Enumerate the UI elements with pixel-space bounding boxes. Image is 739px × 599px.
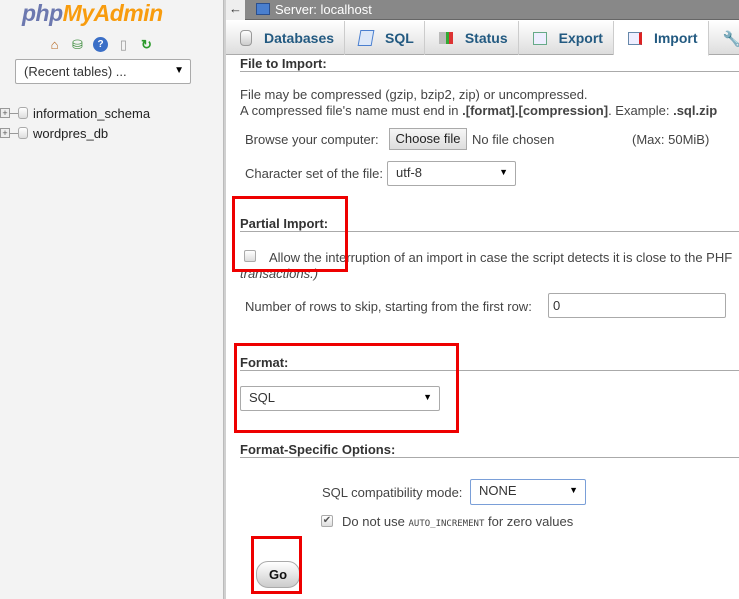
docs-icon[interactable]: ▯ [116,37,131,52]
help-icon[interactable]: ? [93,37,108,52]
compat-mode-select[interactable]: NONE ▼ [470,479,586,505]
collapse-nav-button[interactable]: ← [226,0,245,20]
expand-icon[interactable]: + [0,128,10,138]
breadcrumb-bar: ← Server: localhost [226,0,739,20]
charset-label: Character set of the file: [245,166,384,181]
home-icon[interactable]: ⌂ [47,37,62,52]
navigation-panel: phpMyAdmin ⌂ ⛁ ? ▯ ↻ (Recent tables) ...… [0,0,223,599]
browse-label: Browse your computer: [245,132,379,147]
format-options-heading: Format-Specific Options: [240,442,396,457]
file-import-heading: File to Import: [240,56,327,71]
phpmyadmin-logo[interactable]: phpMyAdmin [22,0,163,27]
database-icon [240,30,252,46]
auto-increment-label: Do not use AUTO_INCREMENT for zero value… [342,514,574,529]
highlight-box-partial-import [232,196,348,272]
tab-status[interactable]: Status [425,21,519,55]
database-icon [18,107,28,119]
compression-note: File may be compressed (gzip, bzip2, zip… [240,87,588,102]
tree-item-wordpres-db[interactable]: + wordpres_db [0,123,150,143]
filename-note: A compressed file's name must end in .[f… [240,103,718,118]
divider [240,457,739,458]
sql-scroll-icon [357,30,375,46]
settings-wrench-icon: 🔧 [722,31,739,48]
export-icon [532,31,547,45]
tab-sql[interactable]: SQL [345,21,425,55]
compat-mode-label: SQL compatibility mode: [322,485,463,500]
divider [240,71,739,72]
database-tree: + information_schema + wordpres_db [0,103,150,143]
expand-icon[interactable]: + [0,108,10,118]
status-chart-icon [438,32,453,44]
choose-file-button[interactable]: Choose file [389,128,467,150]
tab-import[interactable]: Import [613,21,709,56]
breadcrumb-server[interactable]: Server: localhost [275,2,372,17]
tree-item-information-schema[interactable]: + information_schema [0,103,150,123]
highlight-box-go [251,536,302,594]
top-menu-tabs: Databases SQL Status Export Import 🔧 Set [226,21,739,56]
max-size-label: (Max: 50MiB) [632,132,710,147]
file-status: No file chosen [472,132,555,147]
server-icon [256,3,270,15]
highlight-box-format [234,343,459,433]
import-icon [627,31,642,45]
skip-rows-label: Number of rows to skip, starting from th… [245,299,532,314]
nav-icon-bar: ⌂ ⛁ ? ▯ ↻ [47,37,154,52]
tab-databases[interactable]: Databases [226,21,346,55]
chevron-down-icon: ▼ [499,167,508,177]
reload-icon[interactable]: ↻ [139,37,154,52]
database-go-icon[interactable]: ⛁ [70,37,85,52]
chevron-down-icon: ▼ [174,65,184,76]
recent-tables-select[interactable]: (Recent tables) ... ▼ [15,59,191,84]
chevron-down-icon: ▼ [569,485,578,495]
auto-increment-checkbox[interactable]: ✔ [321,515,333,527]
charset-select[interactable]: utf-8 ▼ [387,161,516,186]
tab-settings[interactable]: 🔧 Set [709,21,739,55]
main-content: ← Server: localhost Databases SQL Status… [226,0,739,599]
skip-rows-input[interactable]: 0 [548,293,726,318]
database-icon [18,127,28,139]
tab-export[interactable]: Export [519,21,614,55]
